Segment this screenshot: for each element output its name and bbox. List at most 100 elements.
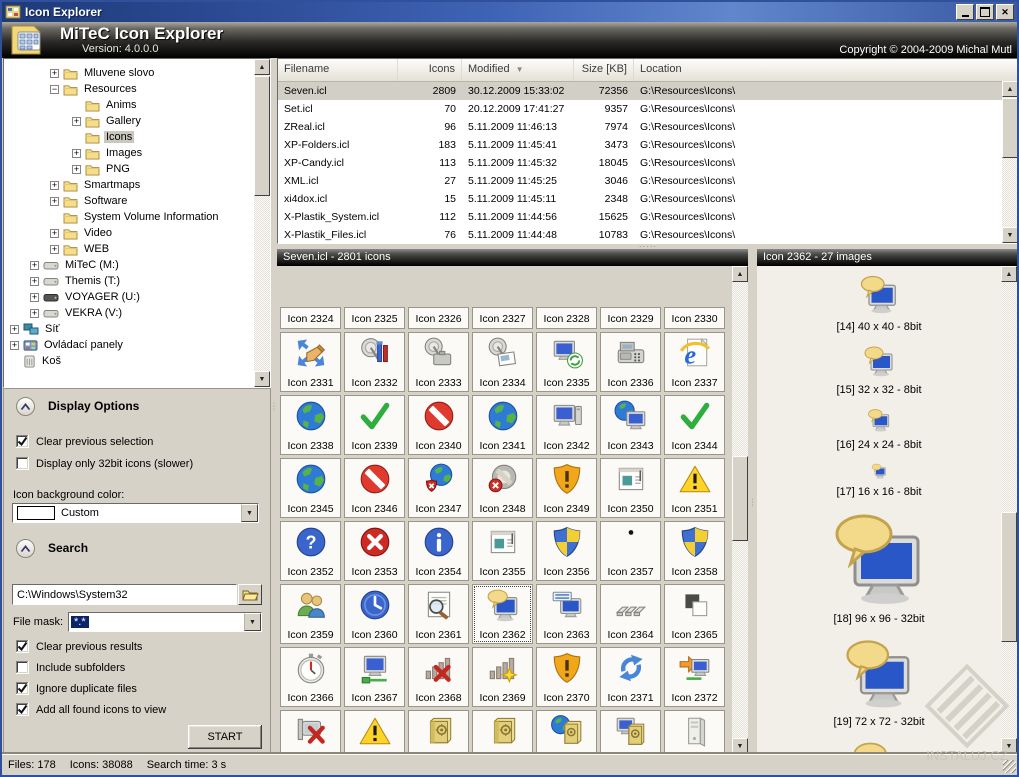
icon-cell-icon-2336[interactable]: Icon 2336 bbox=[600, 332, 661, 392]
tree-item-video[interactable]: +Video bbox=[4, 225, 270, 241]
scroll-thumb[interactable] bbox=[732, 456, 748, 541]
file-list-header[interactable]: FilenameIconsModified▼Size [KB]Location bbox=[278, 59, 1018, 82]
icon-cell-icon-2377[interactable]: Icon 2377 bbox=[536, 710, 597, 754]
preview-item[interactable]: [15] 32 x 32 - 8bit bbox=[757, 345, 1001, 396]
table-row[interactable]: XP-Candy.icl1135.11.2009 11:45:3218045G:… bbox=[278, 154, 1018, 172]
table-row[interactable]: xi4dox.icl155.11.2009 11:45:112348G:\Res… bbox=[278, 190, 1018, 208]
icon-cell-icon-2371[interactable]: Icon 2371 bbox=[600, 647, 661, 707]
icon-cell-icon-2342[interactable]: Icon 2342 bbox=[536, 395, 597, 455]
preview-item[interactable]: [19] 72 x 72 - 32bit bbox=[757, 637, 1001, 728]
tree-item-icons[interactable]: Icons bbox=[4, 129, 270, 145]
title-bar[interactable]: Icon Explorer ✕ bbox=[2, 2, 1017, 22]
icon-cell-icon-2348[interactable]: Icon 2348 bbox=[472, 458, 533, 518]
expand-toggle[interactable]: − bbox=[50, 85, 59, 94]
preview-item[interactable]: [16] 24 x 24 - 8bit bbox=[757, 408, 1001, 451]
checkbox-box[interactable] bbox=[16, 703, 29, 716]
checkbox-add-all-found-icons-to-view[interactable]: Add all found icons to view bbox=[16, 703, 166, 716]
icon-cell-icon-2332[interactable]: Icon 2332 bbox=[344, 332, 405, 392]
icon-cell-icon-2375[interactable]: Icon 2375 bbox=[408, 710, 469, 754]
search-collapse-button[interactable] bbox=[16, 539, 35, 558]
expand-toggle[interactable]: + bbox=[10, 341, 19, 350]
column-header-modified[interactable]: Modified▼ bbox=[462, 59, 574, 81]
maximize-button[interactable] bbox=[976, 4, 994, 20]
minimize-button[interactable] bbox=[956, 4, 974, 20]
display-options-collapse-button[interactable] bbox=[16, 397, 35, 416]
icon-cell-partial[interactable]: Icon 2326 bbox=[408, 307, 469, 329]
icon-cell-icon-2351[interactable]: Icon 2351 bbox=[664, 458, 725, 518]
tree-item-mluvene-slovo[interactable]: +Mluvene slovo bbox=[4, 65, 270, 81]
icon-cell-partial[interactable]: Icon 2324 bbox=[280, 307, 341, 329]
icon-cell-icon-2364[interactable]: Icon 2364 bbox=[600, 584, 661, 644]
icon-cell-icon-2337[interactable]: eIcon 2337 bbox=[664, 332, 725, 392]
icon-cell-icon-2357[interactable]: Icon 2357 bbox=[600, 521, 661, 581]
expand-toggle[interactable]: + bbox=[10, 325, 19, 334]
tree-item-software[interactable]: +Software bbox=[4, 193, 270, 209]
icon-grid-scrollbar[interactable]: ▲▼ bbox=[732, 266, 748, 754]
preview-item[interactable]: [18] 96 x 96 - 32bit bbox=[757, 510, 1001, 625]
checkbox-box[interactable] bbox=[16, 661, 29, 674]
icon-cell-icon-2368[interactable]: Icon 2368 bbox=[408, 647, 469, 707]
icon-cell-partial[interactable]: Icon 2329 bbox=[600, 307, 661, 329]
scroll-thumb[interactable] bbox=[254, 76, 270, 196]
icon-cell-icon-2355[interactable]: Icon 2355 bbox=[472, 521, 533, 581]
scroll-down-button[interactable]: ▼ bbox=[1001, 738, 1017, 754]
expand-toggle[interactable]: + bbox=[30, 293, 39, 302]
icon-cell-icon-2352[interactable]: ?Icon 2352 bbox=[280, 521, 341, 581]
icon-cell-icon-2363[interactable]: Icon 2363 bbox=[536, 584, 597, 644]
icon-cell-icon-2331[interactable]: Icon 2331 bbox=[280, 332, 341, 392]
table-row[interactable]: Set.icl7020.12.2009 17:41:279357G:\Resou… bbox=[278, 100, 1018, 118]
icon-cell-icon-2339[interactable]: Icon 2339 bbox=[344, 395, 405, 455]
bg-color-combo[interactable]: Custom ▼ bbox=[12, 503, 259, 523]
icon-cell-icon-2366[interactable]: Icon 2366 bbox=[280, 647, 341, 707]
scroll-up-button[interactable]: ▲ bbox=[1001, 266, 1017, 282]
scroll-up-button[interactable]: ▲ bbox=[732, 266, 748, 282]
expand-toggle[interactable]: + bbox=[50, 181, 59, 190]
expand-toggle[interactable]: + bbox=[50, 69, 59, 78]
table-row[interactable]: XML.icl275.11.2009 11:45:253046G:\Resour… bbox=[278, 172, 1018, 190]
close-button[interactable]: ✕ bbox=[996, 4, 1014, 20]
preview-item[interactable]: [17] 16 x 16 - 8bit bbox=[757, 463, 1001, 498]
expand-toggle[interactable]: + bbox=[50, 229, 59, 238]
tree-item-gallery[interactable]: +Gallery bbox=[4, 113, 270, 129]
expand-toggle[interactable]: + bbox=[72, 149, 81, 158]
icon-cell-partial[interactable]: Icon 2328 bbox=[536, 307, 597, 329]
expand-toggle[interactable]: + bbox=[50, 197, 59, 206]
icon-cell-icon-2370[interactable]: Icon 2370 bbox=[536, 647, 597, 707]
preview-scrollbar[interactable]: ▲▼ bbox=[1001, 266, 1017, 754]
table-row[interactable]: X-Plastik_System.icl1125.11.2009 11:44:5… bbox=[278, 208, 1018, 226]
scroll-thumb[interactable] bbox=[1001, 512, 1017, 642]
icon-cell-icon-2359[interactable]: Icon 2359 bbox=[280, 584, 341, 644]
scroll-up-button[interactable]: ▲ bbox=[1002, 81, 1018, 97]
icon-cell-icon-2373[interactable]: Icon 2373 bbox=[280, 710, 341, 754]
column-header-location[interactable]: Location bbox=[634, 59, 1018, 81]
icon-cell-icon-2362[interactable]: Icon 2362 bbox=[472, 584, 533, 644]
icon-cell-icon-2349[interactable]: Icon 2349 bbox=[536, 458, 597, 518]
chevron-down-icon[interactable]: ▼ bbox=[244, 613, 261, 631]
tree-item-vekra-v-[interactable]: +VEKRA (V:) bbox=[4, 305, 270, 321]
column-header-size-kb-[interactable]: Size [KB] bbox=[574, 59, 634, 81]
icon-cell-icon-2356[interactable]: Icon 2356 bbox=[536, 521, 597, 581]
tree-item-themis-t-[interactable]: +Themis (T:) bbox=[4, 273, 270, 289]
preview-item[interactable]: [14] 40 x 40 - 8bit bbox=[757, 274, 1001, 333]
tree-item-anims[interactable]: Anims bbox=[4, 97, 270, 113]
file-mask-combo[interactable]: *.* ▼ bbox=[68, 612, 262, 632]
icon-cell-icon-2354[interactable]: Icon 2354 bbox=[408, 521, 469, 581]
icon-cell-icon-2345[interactable]: Icon 2345 bbox=[280, 458, 341, 518]
tree-item-images[interactable]: +Images bbox=[4, 145, 270, 161]
icon-cell-icon-2376[interactable]: Icon 2376 bbox=[472, 710, 533, 754]
expand-toggle[interactable]: + bbox=[72, 117, 81, 126]
checkbox-clear-previous-results[interactable]: Clear previous results bbox=[16, 640, 142, 653]
icon-cell-icon-2369[interactable]: Icon 2369 bbox=[472, 647, 533, 707]
scroll-up-button[interactable]: ▲ bbox=[254, 59, 270, 75]
icon-cell-icon-2340[interactable]: Icon 2340 bbox=[408, 395, 469, 455]
tree-item-system-volume-information[interactable]: System Volume Information bbox=[4, 209, 270, 225]
icon-cell-icon-2379[interactable]: Icon 2379 bbox=[664, 710, 725, 754]
file-list-scrollbar[interactable]: ▲▼ bbox=[1002, 81, 1018, 243]
tree-item-web[interactable]: +WEB bbox=[4, 241, 270, 257]
column-header-icons[interactable]: Icons bbox=[398, 59, 462, 81]
checkbox-box[interactable] bbox=[16, 457, 29, 470]
icon-cell-icon-2358[interactable]: Icon 2358 bbox=[664, 521, 725, 581]
tree-item-voyager-u-[interactable]: +VOYAGER (U:) bbox=[4, 289, 270, 305]
chevron-down-icon[interactable]: ▼ bbox=[241, 504, 258, 522]
icon-cell-icon-2378[interactable]: Icon 2378 bbox=[600, 710, 661, 754]
